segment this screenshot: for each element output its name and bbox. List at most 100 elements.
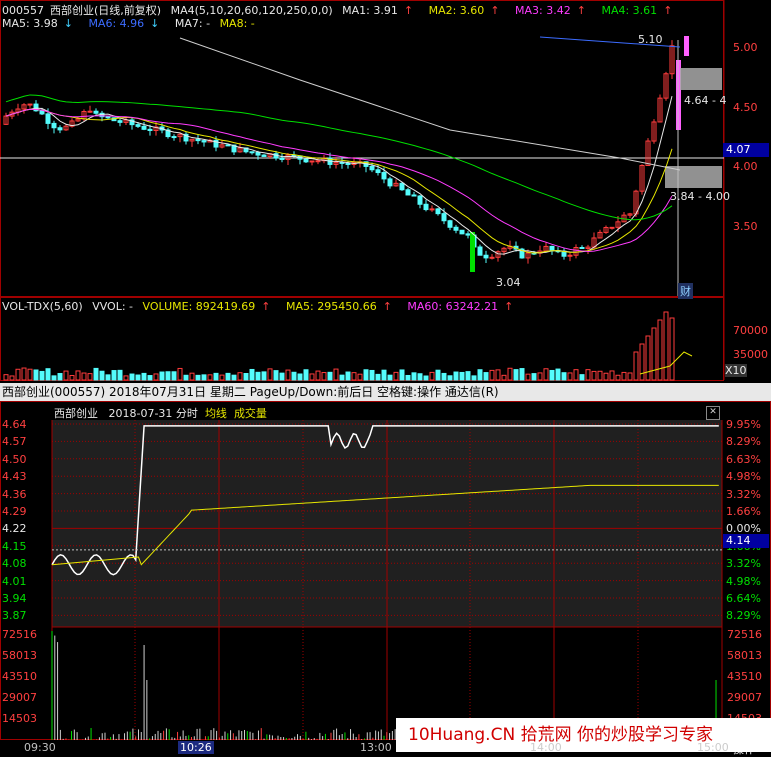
volume-bar xyxy=(519,368,525,381)
volume-bar xyxy=(315,370,321,381)
volume-bar xyxy=(231,374,237,381)
volume-bar xyxy=(327,371,333,381)
volume-bar xyxy=(333,368,339,381)
candle-body xyxy=(135,124,141,127)
volume-bar xyxy=(195,374,201,381)
volume-bar xyxy=(237,372,243,381)
volume-bar xyxy=(411,372,417,381)
volume-bar xyxy=(207,374,213,381)
volume-bar xyxy=(567,372,573,381)
intraday-volume-tick: 14503 xyxy=(2,712,37,725)
ma2-value: MA2: 3.60 ↑ xyxy=(428,4,500,17)
kline-axis-4-00: 4.00 xyxy=(733,160,758,173)
intraday-volume-tick: 43510 xyxy=(2,670,37,683)
volume-bar xyxy=(351,372,357,381)
box-bottom-annotation: 3.84 - 4.00 xyxy=(670,190,730,203)
volume-bar xyxy=(423,375,429,381)
title-bar: 西部创业(000557) 2018年07月31日 星期二 PageUp/Down… xyxy=(0,383,771,401)
candle-body xyxy=(405,189,411,196)
volume-bar xyxy=(609,370,615,381)
volume-bar xyxy=(81,372,87,381)
vvol-value: VVOL: - xyxy=(92,300,134,313)
volume-bar xyxy=(471,375,477,381)
volume-bar xyxy=(3,374,9,381)
operate-button[interactable]: 操作 xyxy=(733,741,755,757)
intraday-right-tick: 8.29% xyxy=(726,609,761,623)
volume-bar xyxy=(459,371,465,381)
volume-bar xyxy=(279,372,285,381)
volume-bar xyxy=(399,369,405,381)
candle-body xyxy=(51,122,57,129)
ma4-value: MA4: 3.61 ↑ xyxy=(601,4,673,17)
volume-bar xyxy=(627,372,633,381)
volume-bar xyxy=(63,370,69,381)
volume-bar xyxy=(345,371,351,381)
candle-body xyxy=(249,151,255,154)
volume-bar xyxy=(507,367,513,381)
volume-bar xyxy=(549,369,555,381)
ma-formula[interactable]: MA4(5,10,20,60,120,250,0,0) xyxy=(171,4,333,17)
volume-bar xyxy=(75,370,81,381)
candle-body xyxy=(459,229,465,235)
kline-price-badge: 4.07 xyxy=(723,143,769,157)
ma4-line xyxy=(5,94,673,221)
volume-bars xyxy=(3,311,693,381)
kline-axis-5-00: 5.00 xyxy=(733,41,758,54)
intraday-price-badge: 4.14 xyxy=(723,534,769,548)
candle-body xyxy=(315,160,321,163)
close-icon[interactable]: ✕ xyxy=(706,406,720,420)
intraday-right-tick: 9.95% xyxy=(726,418,761,431)
ma6-value: MA6: 4.96 ↓ xyxy=(88,17,160,30)
volume-bar xyxy=(597,370,603,381)
volume-bar xyxy=(213,372,219,381)
volume-bar xyxy=(621,371,627,381)
volume-bar xyxy=(93,367,99,381)
volume-bar xyxy=(585,369,591,381)
candle-body xyxy=(387,178,393,187)
volume-bar xyxy=(525,373,531,381)
intraday-volume-tick: 29007 xyxy=(727,691,762,704)
stock-name-period[interactable]: 西部创业(日线,前复权) xyxy=(50,4,161,17)
candle-body xyxy=(57,127,63,131)
ma1-value: MA1: 3.91 ↑ xyxy=(342,4,414,17)
candle-body xyxy=(399,182,405,191)
ma2-line xyxy=(5,108,673,254)
candle-body xyxy=(87,110,93,113)
intraday-volume-tick: 58013 xyxy=(727,649,762,662)
vol-formula[interactable]: VOL-TDX(5,60) xyxy=(2,300,83,313)
candle-body xyxy=(147,128,153,132)
candle-body xyxy=(141,125,147,130)
kline-header: 000557 西部创业(日线,前复权) MA4(5,10,20,60,120,25… xyxy=(2,2,684,18)
volume-bar xyxy=(603,372,609,381)
volume-bar xyxy=(513,369,519,381)
volume-bar xyxy=(45,368,51,381)
box-top-annotation: 4.64 - 4 xyxy=(684,94,727,107)
kline-candles xyxy=(3,36,722,296)
volume-bar xyxy=(363,369,369,381)
intraday-stock-name: 西部创业 xyxy=(54,407,98,420)
volume-bar xyxy=(591,370,597,381)
volume-bar xyxy=(255,371,261,381)
candle-body xyxy=(201,140,207,143)
volume-bar xyxy=(663,311,669,381)
volume-bar xyxy=(249,368,255,381)
finance-marker[interactable]: 财 xyxy=(678,283,693,299)
volume-bar xyxy=(87,373,93,381)
volume-bar xyxy=(39,370,45,381)
intraday-avg-label: 均线 xyxy=(204,407,227,420)
time-label-1400: 14:00 xyxy=(530,741,562,754)
intraday-volume-tick: 43510 xyxy=(727,670,762,683)
kline-axis-4-50: 4.50 xyxy=(733,101,758,114)
candle-body xyxy=(255,152,261,156)
volume-bar xyxy=(219,374,225,381)
volume-bar xyxy=(153,373,159,381)
intraday-left-tick: 4.50 xyxy=(2,452,27,466)
volume-bar xyxy=(111,370,117,381)
time-label-1500: 15:00 xyxy=(697,741,729,754)
kline-axis-3-50: 3.50 xyxy=(733,220,758,233)
volume-bar xyxy=(651,327,657,381)
volume-bar xyxy=(177,367,183,381)
volume-bar xyxy=(495,369,501,381)
volume-bar xyxy=(375,373,381,381)
intraday-date: 2018-07-31 分时 xyxy=(108,407,198,420)
